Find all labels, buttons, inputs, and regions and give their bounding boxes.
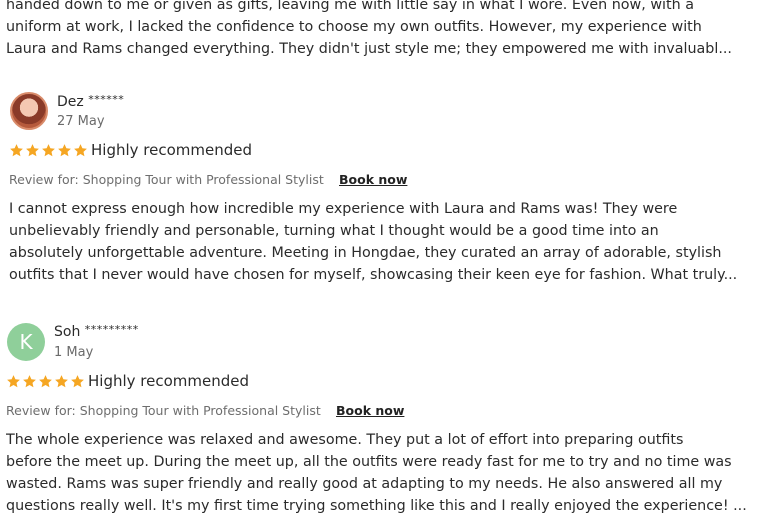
review-line: questions really well. It's my first tim… (6, 498, 747, 514)
review-line: handed down to me or given as gifts, lea… (6, 0, 694, 13)
review-line: before the meet up. During the meet up, … (6, 454, 732, 470)
review-line: unbelievably friendly and personable, tu… (9, 223, 659, 239)
star-icon (42, 144, 55, 157)
review-line: wasted. Rams was super friendly and real… (6, 476, 723, 492)
star-icon (10, 144, 23, 157)
avatar (10, 92, 48, 130)
star-icon (58, 144, 71, 157)
review-line: The whole experience was relaxed and awe… (6, 432, 684, 448)
reviewer-name: Soh ********* (54, 323, 139, 340)
avatar: K (7, 323, 45, 361)
book-now-link[interactable]: Book now (339, 172, 407, 187)
star-rating (6, 374, 85, 389)
reviewer-name-text: Dez (57, 94, 84, 110)
reviewer-name-masked: ****** (88, 93, 125, 106)
star-icon (71, 375, 84, 388)
star-icon (7, 375, 20, 388)
book-now-link[interactable]: Book now (336, 403, 404, 418)
review-line: outfits that I never would have chosen f… (9, 267, 738, 283)
reviewer-name-text: Soh (54, 324, 81, 340)
reviewer-name: Dez ****** (57, 93, 124, 110)
rating-label: Highly recommended (91, 141, 253, 159)
star-icon (55, 375, 68, 388)
review-line: uniform at work, I lacked the confidence… (6, 19, 702, 35)
star-rating (9, 143, 88, 158)
review-for-label: Review for: Shopping Tour with Professio… (9, 172, 324, 187)
review-line: absolutely unforgettable adventure. Meet… (9, 245, 722, 261)
reviewer-name-masked: ********* (84, 323, 139, 336)
review-line: I cannot express enough how incredible m… (9, 201, 678, 217)
rating-label: Highly recommended (88, 372, 250, 390)
review-for-label: Review for: Shopping Tour with Professio… (6, 403, 321, 418)
star-icon (23, 375, 36, 388)
review-date: 1 May (54, 345, 94, 360)
review-line: Laura and Rams changed everything. They … (6, 41, 732, 57)
star-icon (26, 144, 39, 157)
star-icon (74, 144, 87, 157)
star-icon (39, 375, 52, 388)
review-date: 27 May (57, 114, 105, 129)
